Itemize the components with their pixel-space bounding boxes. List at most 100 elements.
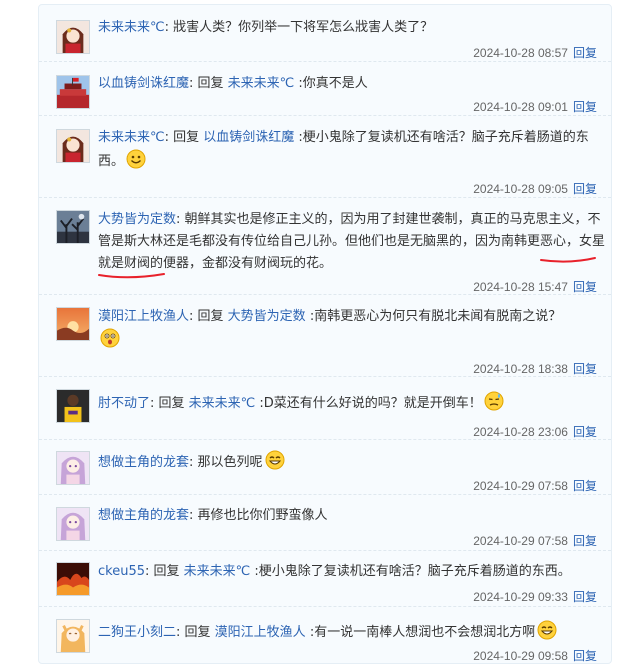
reply-content: 戕害人类？你列举一下将军怎么戕害人类了？ bbox=[173, 20, 434, 35]
reply-text: 二狗王小刻二: 回复 漠阳江上牧渔人 :有一说一南棒人想润也不会想润北方啊 bbox=[98, 620, 608, 644]
grin-emoji-icon bbox=[537, 620, 557, 640]
reply-target-username[interactable]: 大势皆为定数 bbox=[228, 309, 306, 324]
avatar[interactable] bbox=[56, 75, 90, 109]
reply-username[interactable]: 漠阳江上牧渔人 bbox=[98, 309, 189, 324]
reply-word: 回复 bbox=[153, 564, 184, 579]
reply-username[interactable]: 想做主角的龙套 bbox=[98, 455, 189, 470]
reply-text: 肘不动了: 回复 未来未来℃ :D菜还有什么好说的吗？就是开倒车！ bbox=[98, 391, 608, 415]
avatar[interactable] bbox=[56, 210, 90, 244]
reply-username[interactable]: 想做主角的龙套 bbox=[98, 508, 189, 523]
reply-target-username[interactable]: 以血铸剑诛红魔 bbox=[203, 130, 294, 145]
reply-content: :梗小鬼除了复读机还有啥活？脑子充斥着肠道的东西。 bbox=[250, 564, 571, 579]
reply-text: 以血铸剑诛红魔: 回复 未来未来℃ :你真不是人 bbox=[98, 73, 608, 95]
separator: : bbox=[189, 455, 198, 470]
reply-button[interactable]: 回复 bbox=[573, 534, 597, 548]
separator: : bbox=[176, 625, 185, 640]
reply-username[interactable]: 肘不动了 bbox=[98, 396, 150, 411]
reply-text: 大势皆为定数: 朝鲜其实也是修正主义的，因为用了封建世袭制，真正的马克思主义，不… bbox=[98, 209, 608, 275]
reply-word: 回复 bbox=[197, 76, 228, 91]
reply-item: 二狗王小刻二: 回复 漠阳江上牧渔人 :有一说一南棒人想润也不会想润北方啊 20… bbox=[39, 607, 611, 667]
reply-button[interactable]: 回复 bbox=[573, 649, 597, 663]
reply-time: 2024-10-28 08:57 bbox=[473, 46, 568, 60]
sweat-emoji-icon bbox=[484, 391, 504, 411]
avatar[interactable] bbox=[56, 619, 90, 653]
reply-content: :南韩更恶心为何只有脱北未闻有脱南之说？ bbox=[305, 309, 562, 324]
reply-meta: 2024-10-28 15:47 回复 bbox=[473, 278, 597, 295]
reply-item: 未来未来℃: 回复 以血铸剑诛红魔 :梗小鬼除了复读机还有啥活？脑子充斥着肠道的… bbox=[39, 116, 611, 198]
avatar[interactable] bbox=[56, 507, 90, 541]
reply-time: 2024-10-28 23:06 bbox=[473, 425, 568, 439]
reply-time: 2024-10-29 09:58 bbox=[473, 649, 568, 663]
reply-username[interactable]: 以血铸剑诛红魔 bbox=[98, 76, 189, 91]
avatar[interactable] bbox=[56, 307, 90, 341]
reply-username[interactable]: ckeu55 bbox=[98, 564, 145, 579]
reply-target-username[interactable]: 未来未来℃ bbox=[228, 76, 295, 91]
reply-meta: 2024-10-28 08:57 回复 bbox=[473, 44, 597, 61]
reply-item: 想做主角的龙套: 再修也比你们野蛮像人 2024-10-29 07:58 回复 bbox=[39, 495, 611, 551]
reply-content: 那以色列呢 bbox=[197, 455, 263, 470]
separator: : bbox=[164, 130, 174, 145]
separator: : bbox=[150, 396, 159, 411]
reply-meta: 2024-10-28 09:05 回复 bbox=[473, 180, 597, 197]
reply-item: 肘不动了: 回复 未来未来℃ :D菜还有什么好说的吗？就是开倒车！ 2024-1… bbox=[39, 377, 611, 440]
reply-time: 2024-10-28 15:47 bbox=[473, 280, 568, 294]
reply-meta: 2024-10-29 09:58 回复 bbox=[473, 647, 597, 664]
reply-meta: 2024-10-28 23:06 回复 bbox=[473, 423, 597, 440]
reply-time: 2024-10-29 07:58 bbox=[473, 479, 568, 493]
reply-button[interactable]: 回复 bbox=[573, 100, 597, 114]
reply-content: 再修也比你们野蛮像人 bbox=[197, 508, 328, 523]
reply-time: 2024-10-29 07:58 bbox=[473, 534, 568, 548]
reply-item: 漠阳江上牧渔人: 回复 大势皆为定数 :南韩更恶心为何只有脱北未闻有脱南之说？ … bbox=[39, 295, 611, 377]
reply-word: 回复 bbox=[184, 625, 215, 640]
reply-list-panel: 未来未来℃: 戕害人类？你列举一下将军怎么戕害人类了？ 2024-10-28 0… bbox=[38, 4, 612, 664]
avatar[interactable] bbox=[56, 20, 90, 54]
reply-username[interactable]: 未来未来℃ bbox=[98, 130, 165, 145]
reply-word: 回复 bbox=[173, 130, 204, 145]
separator: : bbox=[189, 508, 198, 523]
reply-target-username[interactable]: 未来未来℃ bbox=[189, 396, 256, 411]
reply-button[interactable]: 回复 bbox=[573, 362, 597, 376]
reply-meta: 2024-10-29 07:58 回复 bbox=[473, 532, 597, 549]
reply-username[interactable]: 大势皆为定数 bbox=[98, 212, 176, 227]
reply-button[interactable]: 回复 bbox=[573, 479, 597, 493]
reply-content: :D菜还有什么好说的吗？就是开倒车！ bbox=[255, 396, 482, 411]
reply-content: :有一说一南棒人想润也不会想润北方啊 bbox=[305, 625, 536, 640]
reply-username[interactable]: 二狗王小刻二 bbox=[98, 625, 176, 640]
reply-meta: 2024-10-29 07:58 回复 bbox=[473, 477, 597, 494]
separator: : bbox=[164, 20, 174, 35]
reply-item: 想做主角的龙套: 那以色列呢 2024-10-29 07:58 回复 bbox=[39, 440, 611, 495]
separator: : bbox=[145, 564, 154, 579]
avatar[interactable] bbox=[56, 129, 90, 163]
avatar[interactable] bbox=[56, 389, 90, 423]
reply-target-username[interactable]: 漠阳江上牧渔人 bbox=[215, 625, 306, 640]
separator: : bbox=[176, 212, 185, 227]
reply-time: 2024-10-28 18:38 bbox=[473, 362, 568, 376]
reply-time: 2024-10-28 09:01 bbox=[473, 100, 568, 114]
separator: : bbox=[189, 76, 198, 91]
reply-username[interactable]: 未来未来℃ bbox=[98, 20, 165, 35]
separator: : bbox=[189, 309, 198, 324]
reply-word: 回复 bbox=[158, 396, 189, 411]
grin-emoji-icon bbox=[265, 450, 285, 470]
reply-meta: 2024-10-29 09:33 回复 bbox=[473, 588, 597, 605]
reply-target-username[interactable]: 未来未来℃ bbox=[184, 564, 251, 579]
reply-button[interactable]: 回复 bbox=[573, 425, 597, 439]
reply-time: 2024-10-29 09:33 bbox=[473, 590, 568, 604]
reply-text: 未来未来℃: 回复 以血铸剑诛红魔 :梗小鬼除了复读机还有啥活？脑子充斥着肠道的… bbox=[98, 127, 608, 173]
reply-button[interactable]: 回复 bbox=[573, 280, 597, 294]
reply-text: 漠阳江上牧渔人: 回复 大势皆为定数 :南韩更恶心为何只有脱北未闻有脱南之说？ bbox=[98, 306, 608, 352]
smile-emoji-icon bbox=[126, 149, 146, 169]
avatar[interactable] bbox=[56, 562, 90, 596]
reply-button[interactable]: 回复 bbox=[573, 182, 597, 196]
reply-button[interactable]: 回复 bbox=[573, 590, 597, 604]
reply-item: 未来未来℃: 戕害人类？你列举一下将军怎么戕害人类了？ 2024-10-28 0… bbox=[39, 5, 611, 62]
avatar[interactable] bbox=[56, 451, 90, 485]
reply-item: 以血铸剑诛红魔: 回复 未来未来℃ :你真不是人 2024-10-28 09:0… bbox=[39, 62, 611, 116]
reply-meta: 2024-10-28 18:38 回复 bbox=[473, 360, 597, 377]
surprised-emoji-icon bbox=[100, 328, 120, 348]
reply-text: 想做主角的龙套: 那以色列呢 bbox=[98, 450, 608, 474]
reply-text: ckeu55: 回复 未来未来℃ :梗小鬼除了复读机还有啥活？脑子充斥着肠道的东… bbox=[98, 561, 608, 583]
reply-item: 大势皆为定数: 朝鲜其实也是修正主义的，因为用了封建世袭制，真正的马克思主义，不… bbox=[39, 198, 611, 295]
reply-word: 回复 bbox=[197, 309, 228, 324]
reply-button[interactable]: 回复 bbox=[573, 46, 597, 60]
